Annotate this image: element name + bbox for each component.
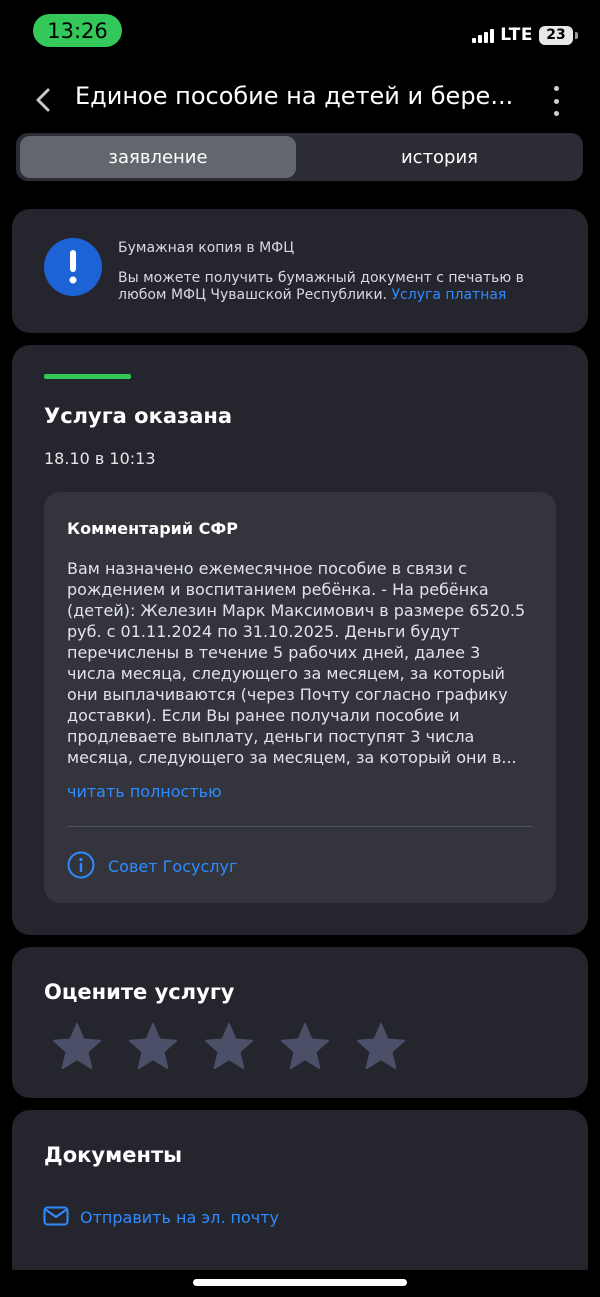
paid-service-link[interactable]: Услуга платная [392,287,507,303]
comment-title: Комментарий СФР [67,519,238,538]
documents-card [12,1110,588,1270]
mail-icon[interactable] [43,1206,69,1226]
send-email-link[interactable]: Отправить на эл. почту [80,1208,279,1227]
comment-text: Вам назначено ежемесячное пособие в связ… [67,559,526,767]
back-chevron-icon[interactable] [28,84,60,116]
star-icon[interactable] [52,1022,102,1072]
status-title: Услуга оказана [44,404,233,428]
status-time: 13:26 [33,14,122,47]
rating-title: Оцените услугу [44,980,235,1004]
network-label: LTE [500,25,533,45]
star-icon[interactable] [356,1022,406,1072]
status-date: 18.10 в 10:13 [44,449,156,468]
documents-title: Документы [44,1143,183,1167]
read-more-link[interactable]: читать полностью [67,782,222,801]
page-title: Единое пособие на детей и бере... [75,82,514,110]
status-progress-bar [44,374,131,379]
tab-application[interactable]: заявление [20,136,296,178]
status-indicators: LTE 23 [472,22,578,48]
battery-icon: 23 [539,25,573,45]
tab-switcher: заявление история [16,133,583,181]
mfc-notice-title: Бумажная копия в МФЦ [118,240,295,256]
exclamation-icon [44,238,102,296]
signal-icon [472,27,495,43]
more-vertical-icon[interactable] [548,86,564,116]
gosuslugi-advice-link[interactable]: Совет Госуслуг [108,857,237,876]
battery-tip [575,31,578,39]
star-icon[interactable] [280,1022,330,1072]
star-rating [52,1022,406,1072]
star-icon[interactable] [204,1022,254,1072]
info-icon[interactable] [67,851,95,879]
tab-history[interactable]: история [300,136,579,178]
home-indicator[interactable] [193,1279,407,1286]
star-icon[interactable] [128,1022,178,1072]
mfc-notice-text: Вы можете получить бумажный документ с п… [118,270,548,304]
divider [67,826,533,827]
